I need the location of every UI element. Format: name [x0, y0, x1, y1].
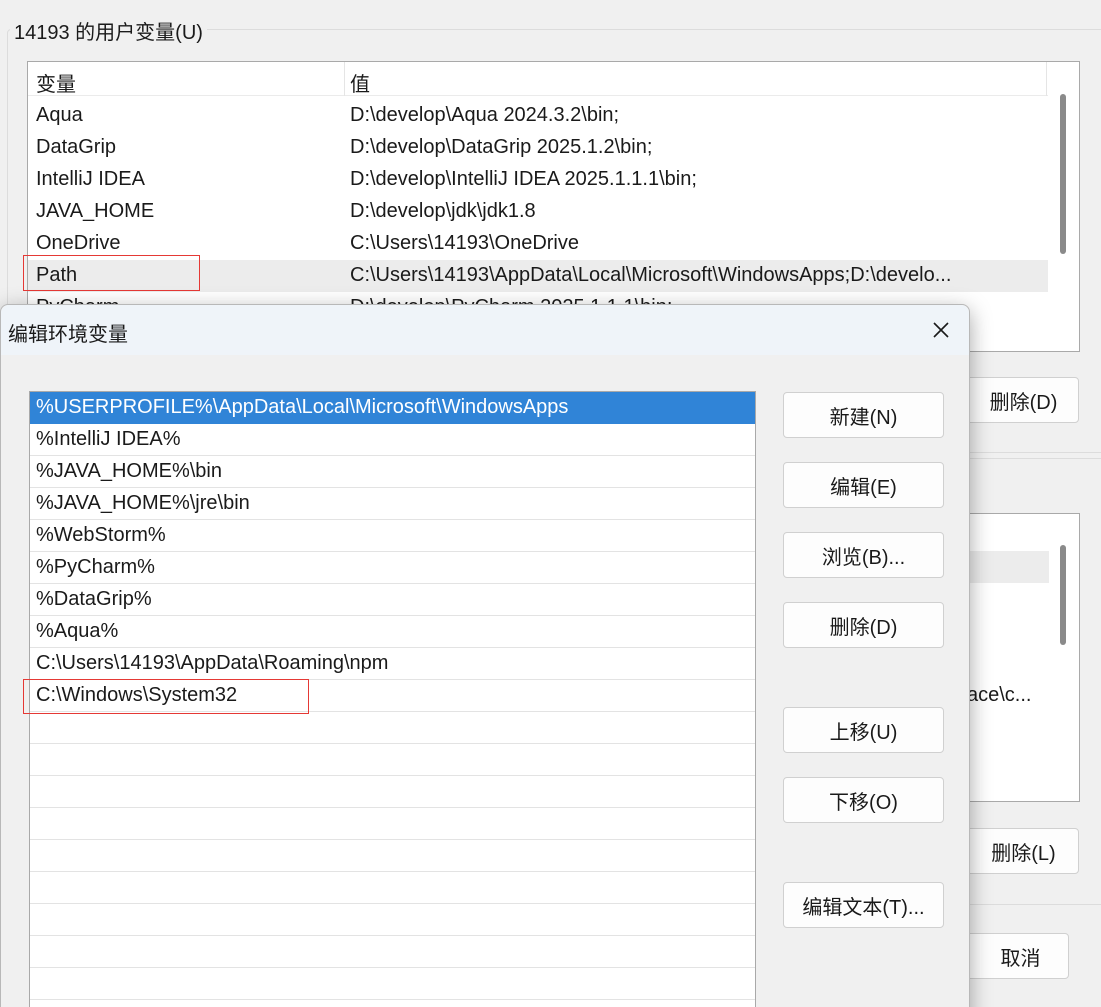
- user-variable-value: D:\develop\IntelliJ IDEA 2025.1.1.1\bin;: [350, 168, 697, 190]
- path-entry-text: %Aqua%: [36, 620, 119, 642]
- cancel-button[interactable]: 取消: [958, 933, 1069, 979]
- system-variables-list[interactable]: ace\c...: [960, 513, 1080, 802]
- user-variable-value: C:\Users\14193\OneDrive: [350, 232, 579, 254]
- user-variable-name: OneDrive: [36, 232, 121, 254]
- user-variable-value: C:\Users\14193\AppData\Local\Microsoft\W…: [350, 264, 952, 286]
- path-entry[interactable]: %JAVA_HOME%\bin: [30, 456, 755, 488]
- group-divider: [967, 452, 1101, 453]
- column-divider[interactable]: [344, 62, 345, 96]
- path-entry-empty[interactable]: [30, 904, 755, 936]
- user-list-scrollbar[interactable]: [1060, 94, 1066, 254]
- edit-text-button-label: 编辑文本(T)...: [802, 896, 925, 919]
- user-delete-button-label: 删除(D): [989, 391, 1058, 414]
- path-entry-empty[interactable]: [30, 936, 755, 968]
- path-entry-selected[interactable]: %USERPROFILE%\AppData\Local\Microsoft\Wi…: [30, 392, 755, 424]
- system32-entry-highlight-box: [23, 679, 309, 714]
- user-variable-name: IntelliJ IDEA: [36, 168, 145, 190]
- user-variable-value: D:\develop\DataGrip 2025.1.2\bin;: [350, 136, 653, 158]
- user-variables-list-header: 变量 值: [28, 62, 1048, 96]
- move-up-button[interactable]: 上移(U): [783, 707, 944, 753]
- move-down-button[interactable]: 下移(O): [783, 777, 944, 823]
- path-entry[interactable]: %DataGrip%: [30, 584, 755, 616]
- dialog-title: 编辑环境变量: [8, 324, 128, 346]
- user-variable-value: D:\develop\Aqua 2024.3.2\bin;: [350, 104, 620, 126]
- close-icon: [933, 322, 949, 338]
- cancel-button-label: 取消: [1000, 947, 1041, 970]
- system-variable-row-selected[interactable]: [961, 551, 1049, 583]
- edit-button[interactable]: 编辑(E): [783, 462, 944, 508]
- user-variable-row[interactable]: Aqua D:\develop\Aqua 2024.3.2\bin;: [28, 100, 1048, 132]
- browse-button-label: 浏览(B)...: [821, 546, 906, 569]
- edit-text-button[interactable]: 编辑文本(T)...: [783, 882, 944, 928]
- user-variable-name: JAVA_HOME: [36, 200, 155, 222]
- column-divider: [1046, 62, 1047, 96]
- user-variable-name: Aqua: [36, 104, 83, 126]
- user-variable-row[interactable]: IntelliJ IDEA D:\develop\IntelliJ IDEA 2…: [28, 164, 1048, 196]
- close-button[interactable]: [917, 305, 965, 355]
- path-entry-text: %DataGrip%: [36, 588, 152, 610]
- path-entry[interactable]: %WebStorm%: [30, 520, 755, 552]
- path-row-highlight-box: [23, 255, 200, 291]
- path-entry-empty[interactable]: [30, 872, 755, 904]
- move-up-button-label: 上移(U): [829, 721, 898, 744]
- dialog-title-bar[interactable]: 编辑环境变量: [1, 305, 969, 355]
- path-entry[interactable]: %IntelliJ IDEA%: [30, 424, 755, 456]
- edit-button-label: 编辑(E): [830, 476, 897, 499]
- path-entry-empty[interactable]: [30, 840, 755, 872]
- path-entry-empty[interactable]: [30, 968, 755, 1000]
- path-entry-text: %JAVA_HOME%\bin: [36, 460, 222, 482]
- new-button-label: 新建(N): [829, 406, 898, 429]
- browse-button[interactable]: 浏览(B)...: [783, 532, 944, 578]
- user-variables-group-title: 14193 的用户变量(U): [10, 16, 207, 45]
- path-entry-empty[interactable]: [30, 776, 755, 808]
- path-entry[interactable]: %PyCharm%: [30, 552, 755, 584]
- path-entry-text: %PyCharm%: [36, 556, 155, 578]
- path-entry-empty[interactable]: [30, 744, 755, 776]
- system-delete-button-label: 删除(L): [991, 842, 1056, 865]
- path-entry-text: %WebStorm%: [36, 524, 166, 546]
- system-list-scrollbar[interactable]: [1060, 545, 1066, 645]
- user-variable-row[interactable]: DataGrip D:\develop\DataGrip 2025.1.2\bi…: [28, 132, 1048, 164]
- path-entry-empty[interactable]: [30, 1000, 755, 1007]
- delete-button-label: 删除(D): [829, 616, 898, 639]
- new-button[interactable]: 新建(N): [783, 392, 944, 438]
- column-header-value[interactable]: 值: [350, 68, 370, 97]
- path-entry[interactable]: C:\Users\14193\AppData\Roaming\npm: [30, 648, 755, 680]
- path-entry[interactable]: %JAVA_HOME%\jre\bin: [30, 488, 755, 520]
- path-entry-text: %JAVA_HOME%\jre\bin: [36, 492, 250, 514]
- user-variable-name: DataGrip: [36, 136, 117, 158]
- group-divider: [967, 904, 1101, 905]
- path-entry-empty[interactable]: [30, 808, 755, 840]
- edit-environment-variable-dialog: 编辑环境变量 %USERPROFILE%\AppData\Local\Micro…: [0, 304, 970, 1007]
- path-entry-text: %IntelliJ IDEA%: [36, 428, 181, 450]
- user-variable-value: D:\develop\jdk\jdk1.8: [350, 200, 536, 222]
- delete-button[interactable]: 删除(D): [783, 602, 944, 648]
- path-entry[interactable]: %Aqua%: [30, 616, 755, 648]
- path-entry-text: C:\Users\14193\AppData\Roaming\npm: [36, 652, 389, 674]
- system-variable-value: ace\c...: [967, 684, 1032, 706]
- move-down-button-label: 下移(O): [829, 791, 898, 814]
- path-entry-text: %USERPROFILE%\AppData\Local\Microsoft\Wi…: [36, 396, 569, 418]
- system-delete-button[interactable]: 删除(L): [958, 828, 1079, 874]
- path-entry-empty[interactable]: [30, 712, 755, 744]
- user-variable-row[interactable]: JAVA_HOME D:\develop\jdk\jdk1.8: [28, 196, 1048, 228]
- column-header-variable[interactable]: 变量: [36, 68, 76, 97]
- user-delete-button[interactable]: 删除(D): [958, 377, 1079, 423]
